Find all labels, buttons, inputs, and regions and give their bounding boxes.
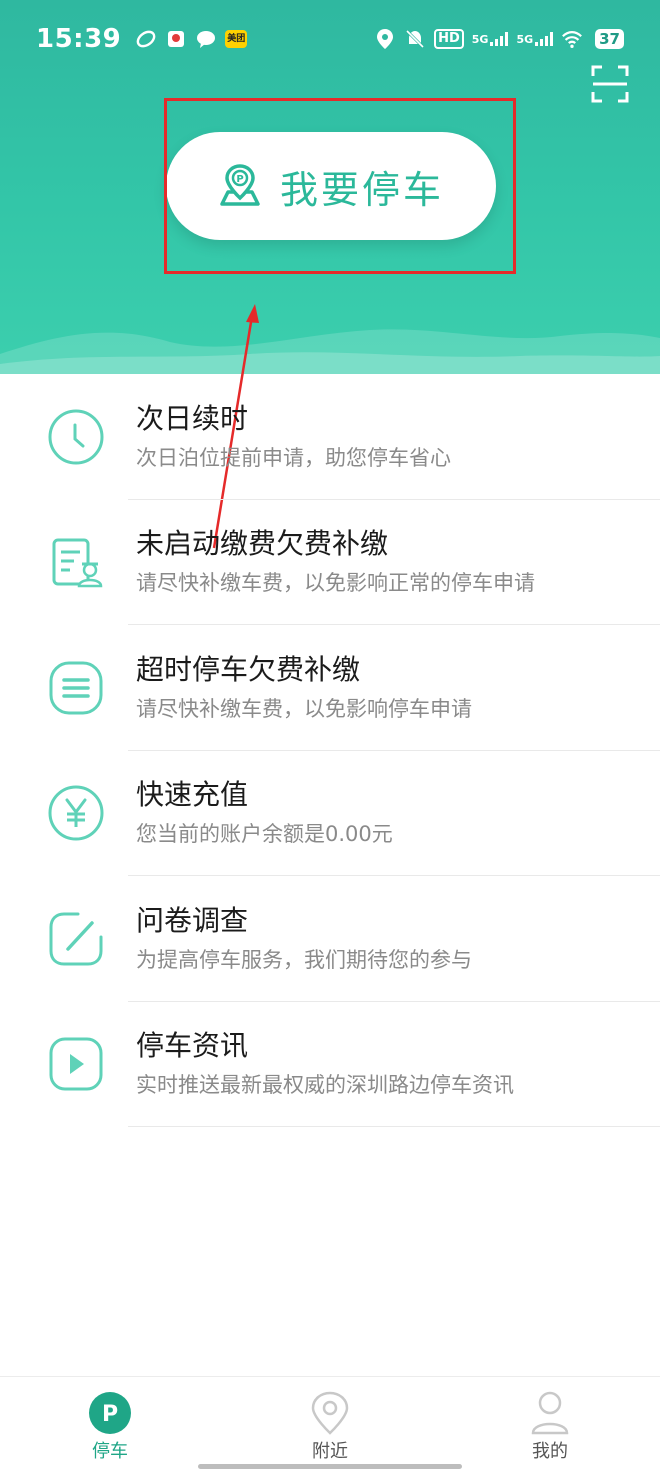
menu-item-parking-news[interactable]: 停车资讯 实时推送最新最权威的深圳路边停车资讯 xyxy=(0,1002,660,1128)
menu-title: 快速充值 xyxy=(136,778,249,812)
tab-label: 附近 xyxy=(312,1441,348,1462)
menu-item-unstarted-arrears[interactable]: 未启动缴费欠费补缴 请尽快补缴车费，以免影响正常的停车申请 xyxy=(0,500,660,626)
scan-icon xyxy=(591,65,629,103)
location-pin-icon xyxy=(311,1391,349,1435)
user-icon xyxy=(531,1391,569,1435)
wifi-icon xyxy=(561,28,583,50)
parking-location-icon: P xyxy=(220,164,260,206)
clock-icon xyxy=(48,409,104,465)
scan-button[interactable] xyxy=(590,64,630,104)
tab-label: 我的 xyxy=(532,1441,568,1462)
mute-bell-icon xyxy=(404,28,426,50)
park-now-button[interactable]: P 我要停车 xyxy=(166,132,496,240)
location-icon xyxy=(374,28,396,50)
tab-nearby[interactable]: 附近 xyxy=(220,1377,440,1472)
menu-subtitle: 次日泊位提前申请，助您停车省心 xyxy=(136,445,451,470)
signal-5g-1-label: 5G xyxy=(471,33,489,46)
home-indicator[interactable] xyxy=(198,1464,462,1469)
tab-parking[interactable]: P 停车 xyxy=(0,1377,220,1472)
yen-icon xyxy=(48,785,104,841)
tab-mine[interactable]: 我的 xyxy=(440,1377,660,1472)
parking-p-icon: P xyxy=(89,1392,131,1434)
menu-title: 未启动缴费欠费补缴 xyxy=(136,527,389,561)
menu-subtitle: 为提高停车服务，我们期待您的参与 xyxy=(136,947,472,972)
map-app-icon xyxy=(165,28,187,50)
hills-decoration xyxy=(0,329,660,374)
parking-icon-letter: P xyxy=(236,174,243,185)
status-bar: 15:39 美团 HD 5G 5G 37 xyxy=(0,0,660,78)
header-banner: 15:39 美团 HD 5G 5G 37 P 我要停车 xyxy=(0,0,660,374)
menu-title: 次日续时 xyxy=(136,401,249,435)
bottom-tab-bar: P 停车 附近 我的 xyxy=(0,1376,660,1472)
battery-indicator: 37 xyxy=(595,29,624,49)
chat-bubble-icon xyxy=(195,28,217,50)
menu-title: 停车资讯 xyxy=(136,1029,249,1063)
menu-title: 超时停车欠费补缴 xyxy=(136,652,361,686)
leaf-app-icon xyxy=(135,28,157,50)
bill-officer-icon xyxy=(52,538,103,588)
menu-subtitle: 请尽快补缴车费，以免影响正常的停车申请 xyxy=(136,571,535,596)
menu-item-survey[interactable]: 问卷调查 为提高停车服务，我们期待您的参与 xyxy=(0,876,660,1002)
edit-icon xyxy=(49,912,103,966)
park-now-label: 我要停车 xyxy=(279,167,444,212)
status-time: 15:39 xyxy=(36,24,122,54)
hd-voice-badge: HD xyxy=(434,29,464,49)
signal-5g-2-icon: 5G xyxy=(516,32,554,46)
menu-item-quick-recharge[interactable]: 快速充值 您当前的账户余额是0.00元 xyxy=(0,751,660,877)
tab-label: 停车 xyxy=(92,1441,128,1462)
service-menu-list: 次日续时 次日泊位提前申请，助您停车省心 未启动缴费欠费补缴 请尽快补缴车费，以… xyxy=(0,374,660,1127)
meituan-app-icon: 美团 xyxy=(225,30,248,48)
menu-subtitle: 请尽快补缴车费，以免影响停车申请 xyxy=(136,696,472,721)
signal-5g-2-label: 5G xyxy=(516,33,534,46)
menu-subtitle: 实时推送最新最权威的深圳路边停车资讯 xyxy=(136,1073,514,1098)
list-icon xyxy=(49,661,103,715)
parking-tab-letter: P xyxy=(102,1402,118,1427)
menu-item-overtime-arrears[interactable]: 超时停车欠费补缴 请尽快补缴车费，以免影响停车申请 xyxy=(0,625,660,751)
play-icon xyxy=(49,1037,103,1091)
menu-subtitle: 您当前的账户余额是0.00元 xyxy=(136,822,393,847)
menu-item-next-day-extension[interactable]: 次日续时 次日泊位提前申请，助您停车省心 xyxy=(0,374,660,500)
menu-title: 问卷调查 xyxy=(136,903,249,937)
signal-5g-1-icon: 5G xyxy=(472,32,509,46)
